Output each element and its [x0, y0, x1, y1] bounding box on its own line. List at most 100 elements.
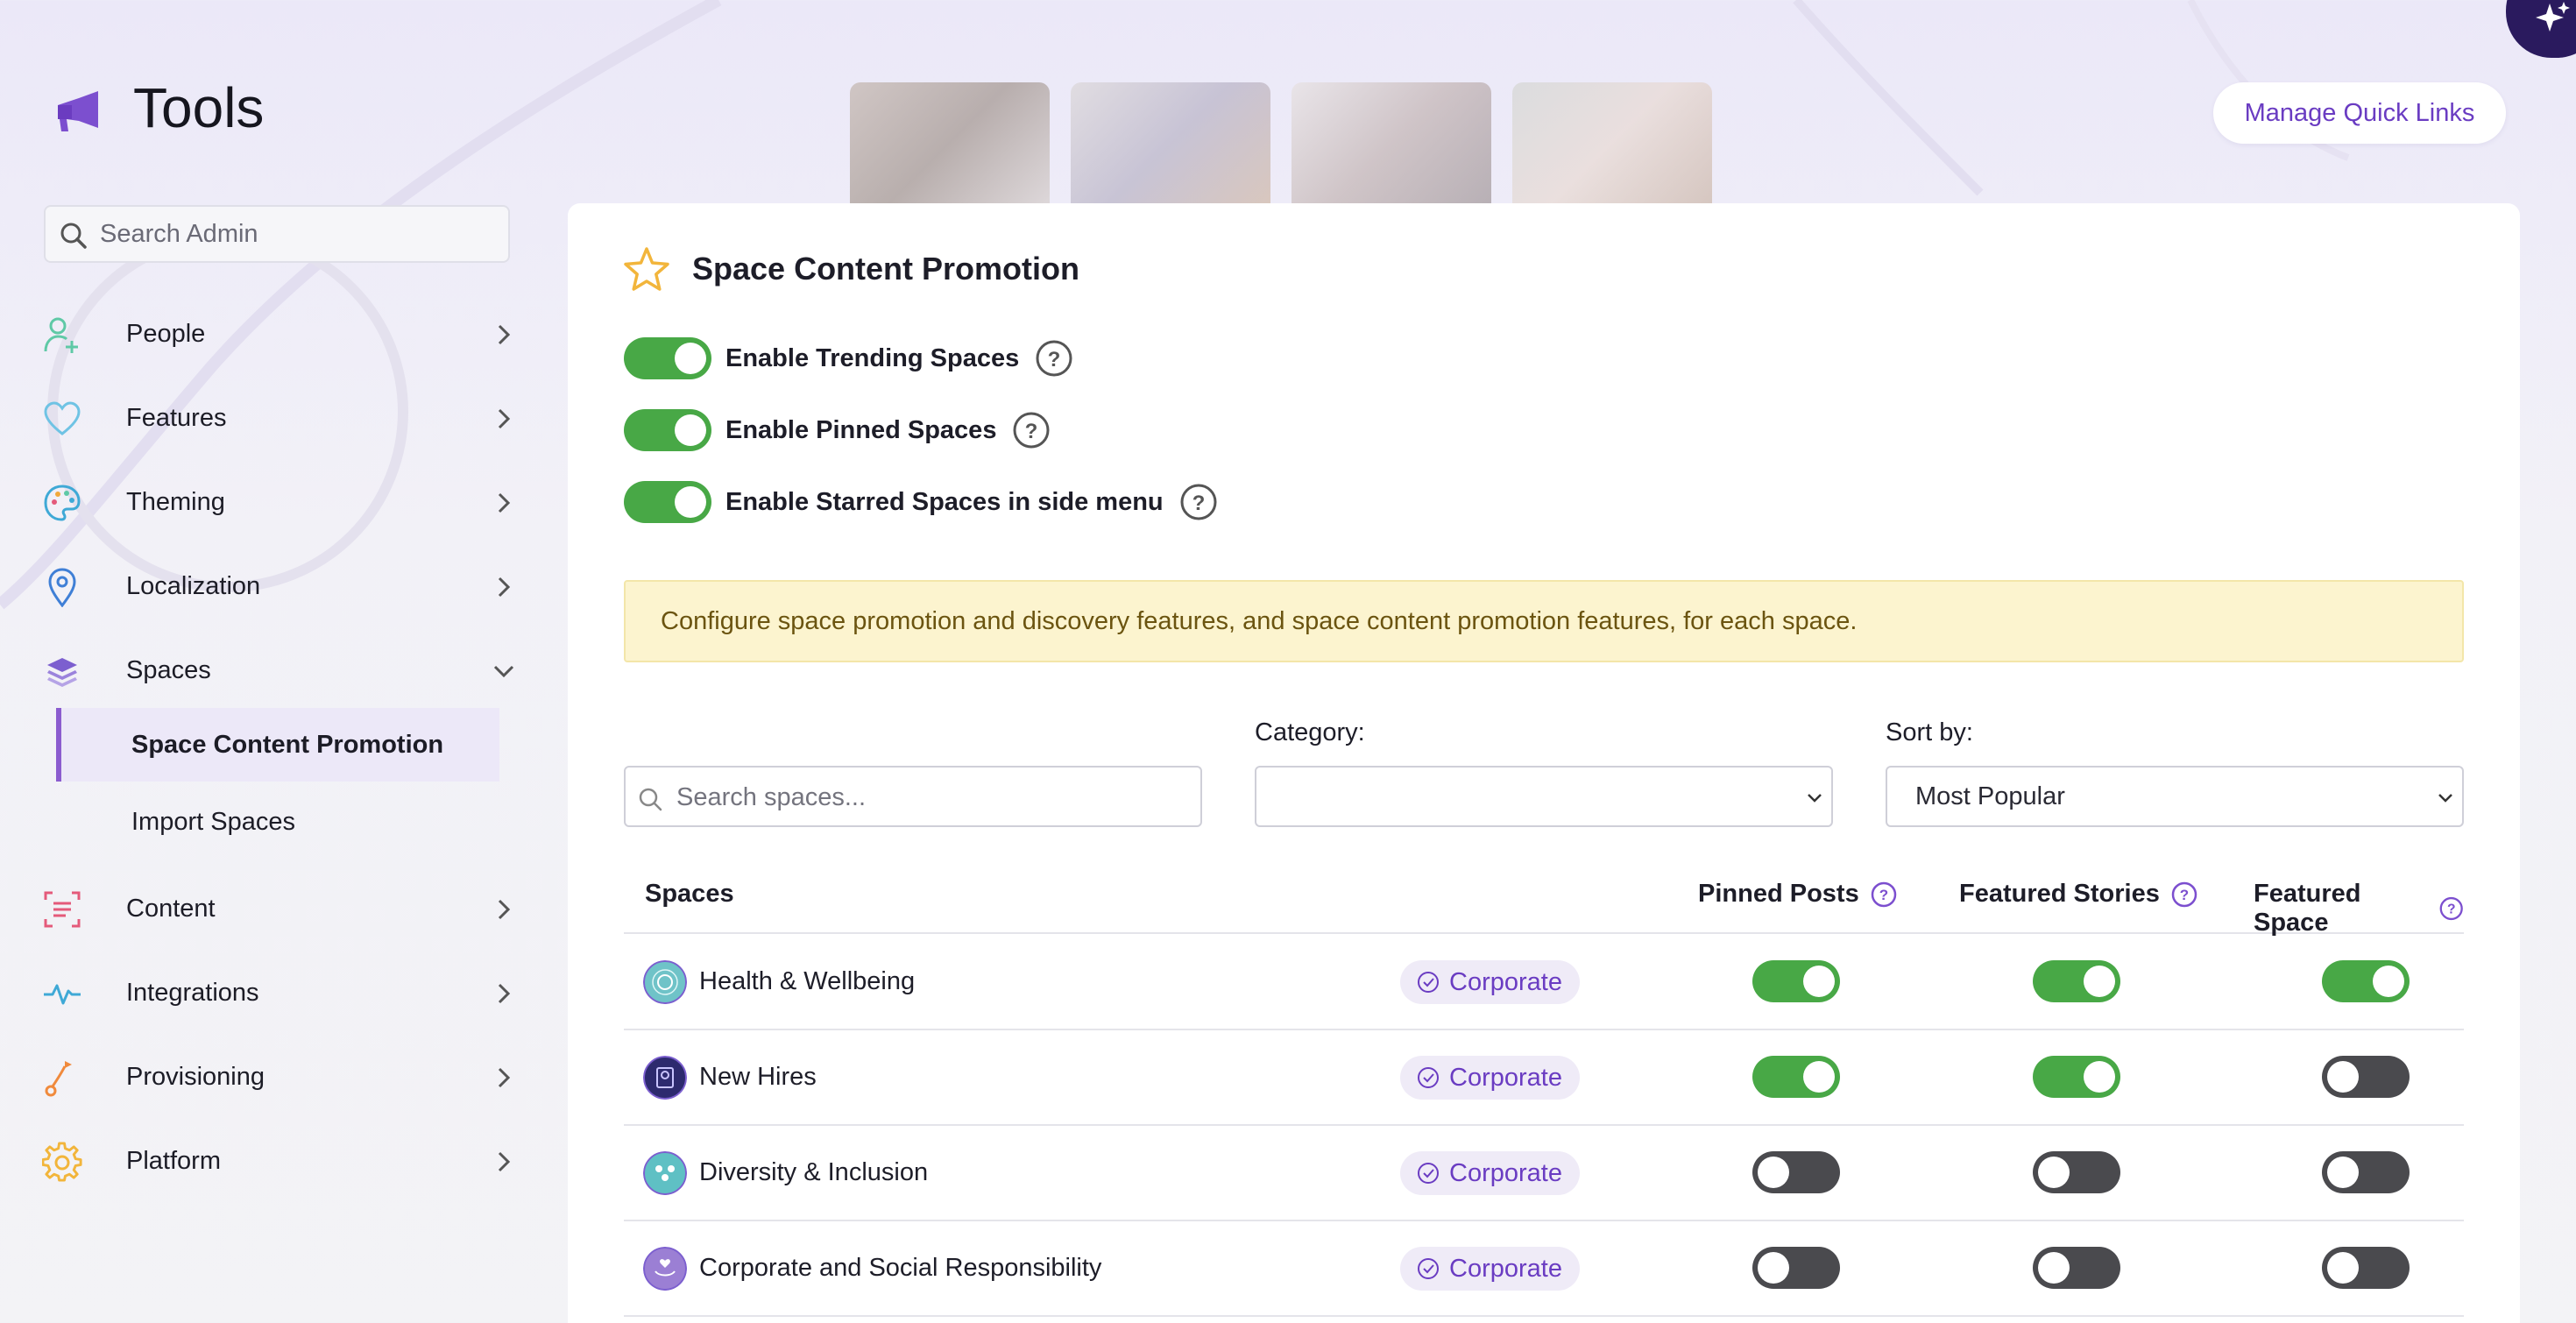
- table-row: New Hires Corporate: [624, 1031, 2464, 1126]
- route-icon: [45, 1061, 72, 1097]
- space-avatar: [643, 1151, 687, 1195]
- column-header-pinned-posts: Pinned Posts ?: [1698, 880, 1898, 909]
- space-search-field[interactable]: [624, 766, 1202, 827]
- featured-stories-toggle[interactable]: [2033, 1247, 2120, 1289]
- help-icon[interactable]: ?: [1179, 483, 1218, 521]
- category-select[interactable]: [1255, 766, 1833, 827]
- chevron-down-icon: [493, 665, 514, 678]
- pinned-posts-toggle[interactable]: [1752, 1151, 1840, 1193]
- pinned-posts-toggle[interactable]: [1752, 1056, 1840, 1098]
- chevron-right-icon: [498, 899, 511, 920]
- sidebar-item-provisioning[interactable]: Provisioning: [35, 1042, 517, 1112]
- sidebar-item-localization[interactable]: Localization: [35, 551, 517, 621]
- table-row: Health & Wellbeing Corporate: [624, 936, 2464, 1030]
- ai-assistant-button[interactable]: [2506, 0, 2576, 58]
- manage-quick-links-button[interactable]: Manage Quick Links: [2213, 82, 2506, 144]
- header-photo: [1292, 82, 1491, 203]
- sidebar-item-label: Content: [126, 894, 216, 923]
- table-row: Diversity & Inclusion Corporate: [624, 1127, 2464, 1221]
- featured-stories-toggle[interactable]: [2033, 1056, 2120, 1098]
- space-search-input[interactable]: [676, 776, 1185, 818]
- search-icon: [639, 788, 662, 811]
- sidebar-item-spaces[interactable]: Spaces: [35, 635, 517, 705]
- chevron-right-icon: [498, 324, 511, 345]
- sidebar-item-platform[interactable]: Platform: [35, 1126, 517, 1196]
- svg-text:?: ?: [2447, 902, 2456, 917]
- setting-starred-spaces: Enable Starred Spaces in side menu ?: [624, 480, 1218, 524]
- starred-spaces-toggle[interactable]: [624, 481, 711, 523]
- featured-stories-toggle[interactable]: [2033, 960, 2120, 1002]
- sidebar-item-label: Theming: [126, 487, 225, 516]
- chevron-right-icon: [498, 492, 511, 513]
- sidebar-subitem-label: Import Spaces: [131, 807, 295, 836]
- column-header-label: Featured Stories: [1959, 880, 2160, 908]
- help-icon[interactable]: ?: [1870, 881, 1898, 909]
- sidebar-item-theming[interactable]: Theming: [35, 467, 517, 537]
- sidebar-item-label: Features: [126, 403, 227, 432]
- pinned-posts-toggle[interactable]: [1752, 1247, 1840, 1289]
- chevron-down-icon: [1808, 794, 1822, 803]
- category-badge-label: Corporate: [1449, 1063, 1562, 1092]
- check-circle-icon: [1418, 972, 1439, 993]
- chevron-right-icon: [498, 1067, 511, 1088]
- header-photo: [1512, 82, 1712, 203]
- sort-by-label: Sort by:: [1886, 718, 1973, 746]
- check-circle-icon: [1418, 1258, 1439, 1279]
- featured-space-toggle[interactable]: [2322, 1247, 2410, 1289]
- sidebar-subitem-space-content-promotion[interactable]: Space Content Promotion: [56, 708, 499, 782]
- heart-icon: [44, 401, 81, 435]
- sidebar-subitem-label: Space Content Promotion: [131, 730, 444, 759]
- sort-by-select-value: Most Popular: [1915, 782, 2065, 810]
- category-badge-label: Corporate: [1449, 967, 1562, 996]
- svg-text:?: ?: [1192, 492, 1205, 515]
- featured-stories-toggle[interactable]: [2033, 1151, 2120, 1193]
- palette-icon: [44, 485, 81, 521]
- person-add-icon: [44, 317, 78, 353]
- svg-text:?: ?: [1048, 348, 1061, 371]
- sidebar-item-label: Integrations: [126, 978, 259, 1007]
- featured-space-toggle[interactable]: [2322, 960, 2410, 1002]
- svg-text:?: ?: [1025, 420, 1038, 443]
- trending-spaces-toggle[interactable]: [624, 337, 711, 379]
- admin-search-field[interactable]: [44, 205, 510, 263]
- chevron-down-icon: [2438, 794, 2452, 803]
- help-icon[interactable]: ?: [1012, 411, 1051, 449]
- sidebar-subitem-import-spaces[interactable]: Import Spaces: [56, 785, 499, 859]
- main-panel: Space Content Promotion Enable Trending …: [568, 203, 2520, 1323]
- sort-by-select[interactable]: Most Popular: [1886, 766, 2464, 827]
- help-icon[interactable]: ?: [1035, 339, 1073, 378]
- column-header-label: Featured Space: [2254, 880, 2361, 937]
- sidebar-item-features[interactable]: Features: [35, 383, 517, 453]
- space-name: New Hires: [699, 1063, 817, 1091]
- chevron-right-icon: [498, 983, 511, 1004]
- header-photo: [1071, 82, 1270, 203]
- sidebar-item-integrations[interactable]: Integrations: [35, 958, 517, 1028]
- chevron-right-icon: [498, 1151, 511, 1172]
- setting-label: Enable Starred Spaces in side menu: [725, 487, 1164, 516]
- pinned-spaces-toggle[interactable]: [624, 409, 711, 451]
- category-badge: Corporate: [1400, 960, 1580, 1004]
- category-badge-label: Corporate: [1449, 1254, 1562, 1283]
- svg-text:?: ?: [1879, 887, 1888, 903]
- info-notice: Configure space promotion and discovery …: [624, 580, 2464, 662]
- category-badge: Corporate: [1400, 1247, 1580, 1291]
- space-avatar: [643, 960, 687, 1004]
- photo-strip: [850, 82, 1712, 203]
- setting-label: Enable Pinned Spaces: [725, 415, 997, 444]
- space-name: Health & Wellbeing: [699, 967, 916, 995]
- help-icon[interactable]: ?: [2438, 895, 2464, 923]
- featured-space-toggle[interactable]: [2322, 1151, 2410, 1193]
- sidebar-item-people[interactable]: People: [35, 299, 517, 369]
- help-icon[interactable]: ?: [2170, 881, 2198, 909]
- admin-search-input[interactable]: [100, 214, 485, 254]
- featured-space-toggle[interactable]: [2322, 1056, 2410, 1098]
- space-name: Corporate and Social Responsibility: [699, 1254, 1102, 1282]
- megaphone-icon: [58, 91, 98, 131]
- sidebar-item-label: Provisioning: [126, 1062, 265, 1091]
- column-header-label: Spaces: [645, 880, 734, 908]
- column-header-spaces: Spaces: [645, 880, 734, 909]
- sidebar-item-content[interactable]: Content: [35, 874, 517, 944]
- pinned-posts-toggle[interactable]: [1752, 960, 1840, 1002]
- chevron-right-icon: [498, 577, 511, 598]
- gear-icon: [42, 1142, 82, 1182]
